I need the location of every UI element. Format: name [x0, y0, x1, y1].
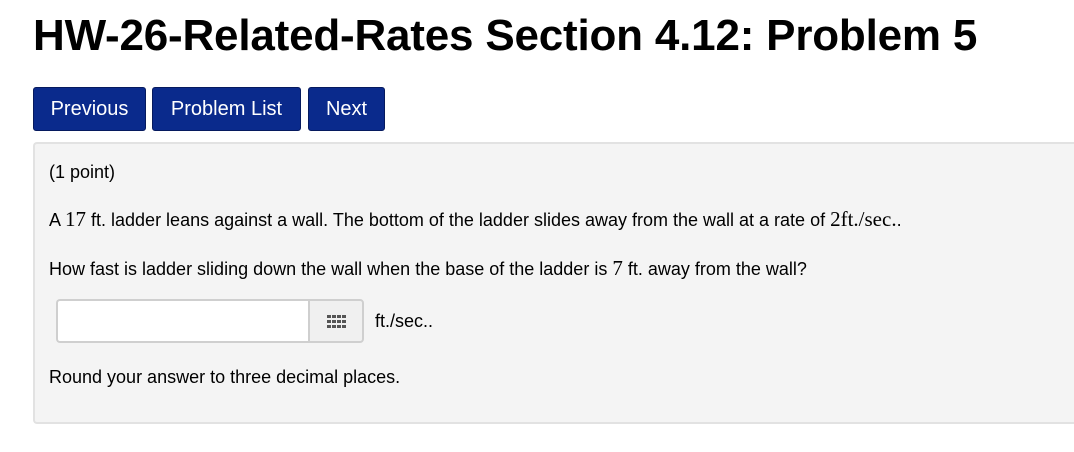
- page-title: HW-26-Related-Rates Section 4.12: Proble…: [33, 11, 978, 60]
- problem-list-button[interactable]: Problem List: [152, 87, 301, 131]
- question-text-2: ft. away from the wall?: [622, 259, 807, 279]
- keypad-button[interactable]: [308, 299, 364, 343]
- ladder-length-value: 17: [65, 207, 87, 231]
- problem-container: (1 point) A 17 ft. ladder leans against …: [33, 142, 1074, 424]
- previous-button[interactable]: Previous: [33, 87, 146, 131]
- problem-question: How fast is ladder sliding down the wall…: [49, 256, 807, 281]
- statement-text-2: ft. ladder leans against a wall. The bot…: [86, 210, 831, 230]
- problem-statement: A 17 ft. ladder leans against a wall. Th…: [49, 207, 902, 232]
- keypad-grid-icon: [327, 315, 346, 328]
- statement-text-1: A: [49, 210, 66, 230]
- problem-points: (1 point): [49, 162, 116, 182]
- rate-value: 2ft./sec.: [830, 207, 897, 231]
- statement-text-3: .: [896, 210, 902, 230]
- answer-input[interactable]: [56, 299, 308, 343]
- rounding-instruction: Round your answer to three decimal place…: [49, 367, 401, 387]
- next-button[interactable]: Next: [308, 87, 385, 131]
- distance-value: 7: [612, 256, 623, 280]
- question-text-1: How fast is ladder sliding down the wall…: [49, 259, 613, 279]
- answer-unit-label: ft./sec..: [375, 311, 434, 331]
